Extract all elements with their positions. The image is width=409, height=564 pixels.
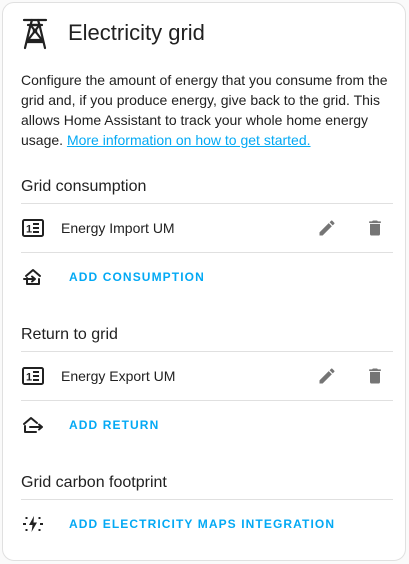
get-started-link[interactable]: More information on how to get started.: [67, 132, 311, 148]
consumption-source-row: 1 Energy Import UM: [21, 204, 393, 252]
transmission-tower-icon: [21, 15, 49, 51]
return-source-label: Energy Export UM: [61, 368, 176, 384]
grid-settings-card: Electricity grid Configure the amount of…: [2, 2, 406, 561]
meter-icon: 1: [21, 364, 45, 388]
pencil-icon: [319, 220, 335, 236]
trash-icon: [369, 368, 381, 384]
add-return-button[interactable]: ADD RETURN: [69, 418, 159, 432]
edit-return-button[interactable]: [309, 358, 345, 394]
add-consumption-button[interactable]: ADD CONSUMPTION: [69, 270, 205, 284]
pencil-icon: [319, 368, 335, 384]
delete-consumption-button[interactable]: [357, 210, 393, 246]
home-export-icon: [21, 413, 45, 437]
add-electricity-maps-row[interactable]: ADD ELECTRICITY MAPS INTEGRATION: [21, 500, 393, 548]
page-title: Electricity grid: [68, 20, 205, 45]
lightning-dots-icon: [21, 512, 45, 536]
delete-return-button[interactable]: [357, 358, 393, 394]
consumption-section-title: Grid consumption: [21, 178, 147, 195]
edit-consumption-button[interactable]: [309, 210, 345, 246]
carbon-section-title: Grid carbon footprint: [21, 474, 167, 491]
consumption-source-label: Energy Import UM: [61, 220, 175, 236]
meter-icon: 1: [21, 216, 45, 240]
return-source-row: 1 Energy Export UM: [21, 352, 393, 400]
return-section-title: Return to grid: [21, 326, 118, 343]
description: Configure the amount of energy that you …: [21, 70, 393, 150]
card-header: Electricity grid: [21, 15, 205, 51]
add-electricity-maps-button[interactable]: ADD ELECTRICITY MAPS INTEGRATION: [69, 517, 335, 531]
add-consumption-row[interactable]: ADD CONSUMPTION: [21, 253, 393, 301]
home-import-icon: [21, 265, 45, 289]
svg-text:1: 1: [26, 224, 32, 236]
trash-icon: [369, 220, 381, 236]
add-return-row[interactable]: ADD RETURN: [21, 401, 393, 449]
svg-text:1: 1: [26, 372, 32, 384]
